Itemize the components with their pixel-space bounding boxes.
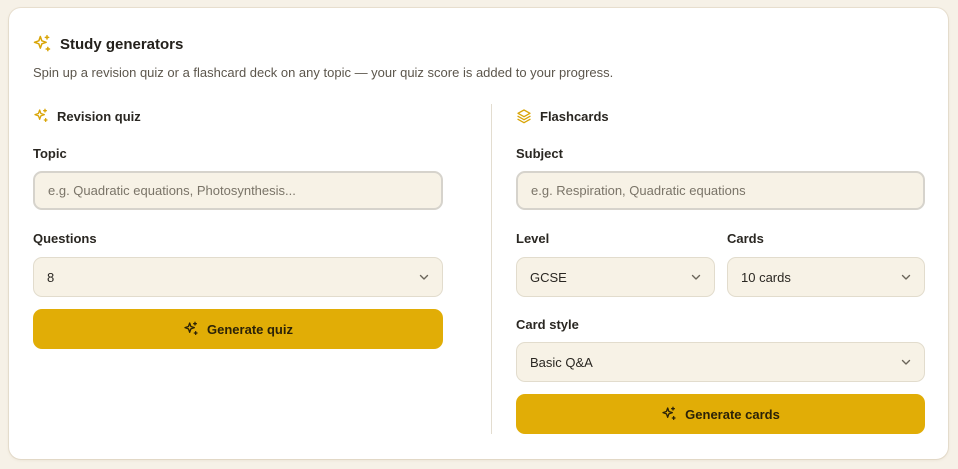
- sparkles-icon: [184, 321, 198, 335]
- sparkles-icon: [662, 406, 676, 420]
- level-select[interactable]: GCSE: [516, 257, 715, 297]
- level-value: GCSE: [530, 269, 567, 285]
- generate-quiz-label: Generate quiz: [207, 321, 293, 337]
- card-subtitle: Spin up a revision quiz or a flashcard d…: [33, 65, 614, 80]
- column-divider: [491, 104, 492, 434]
- subject-input[interactable]: [516, 171, 925, 210]
- generate-cards-label: Generate cards: [685, 406, 780, 422]
- card-title: Study generators: [60, 35, 184, 53]
- card-header: Study generators: [32, 34, 183, 54]
- cards-value: 10 cards: [741, 269, 791, 285]
- quiz-section-title: Revision quiz: [33, 108, 141, 124]
- layers-icon: [517, 109, 531, 124]
- cards-label: Cards: [727, 231, 764, 246]
- study-generators-card: Study generators Spin up a revision quiz…: [9, 8, 948, 459]
- questions-label: Questions: [33, 231, 97, 246]
- cards-select[interactable]: 10 cards: [727, 257, 925, 297]
- chevron-down-icon: [901, 359, 911, 365]
- chevron-down-icon: [901, 274, 911, 280]
- questions-select[interactable]: 8: [33, 257, 443, 297]
- subject-label: Subject: [516, 146, 563, 161]
- quiz-title: Revision quiz: [57, 108, 141, 124]
- card-style-select[interactable]: Basic Q&A: [516, 342, 925, 382]
- flashcards-title: Flashcards: [540, 108, 609, 124]
- topic-input[interactable]: [33, 171, 443, 210]
- topic-label: Topic: [33, 146, 67, 161]
- sparkles-icon: [33, 34, 51, 52]
- generate-cards-button[interactable]: Generate cards: [516, 394, 925, 434]
- chevron-down-icon: [419, 274, 429, 280]
- questions-value: 8: [47, 269, 55, 285]
- sparkles-icon: [34, 108, 48, 122]
- card-style-value: Basic Q&A: [530, 354, 593, 370]
- flashcards-section-title: Flashcards: [516, 108, 609, 124]
- level-label: Level: [516, 231, 550, 246]
- card-style-label: Card style: [516, 317, 579, 332]
- generate-quiz-button[interactable]: Generate quiz: [33, 309, 443, 349]
- chevron-down-icon: [691, 274, 701, 280]
